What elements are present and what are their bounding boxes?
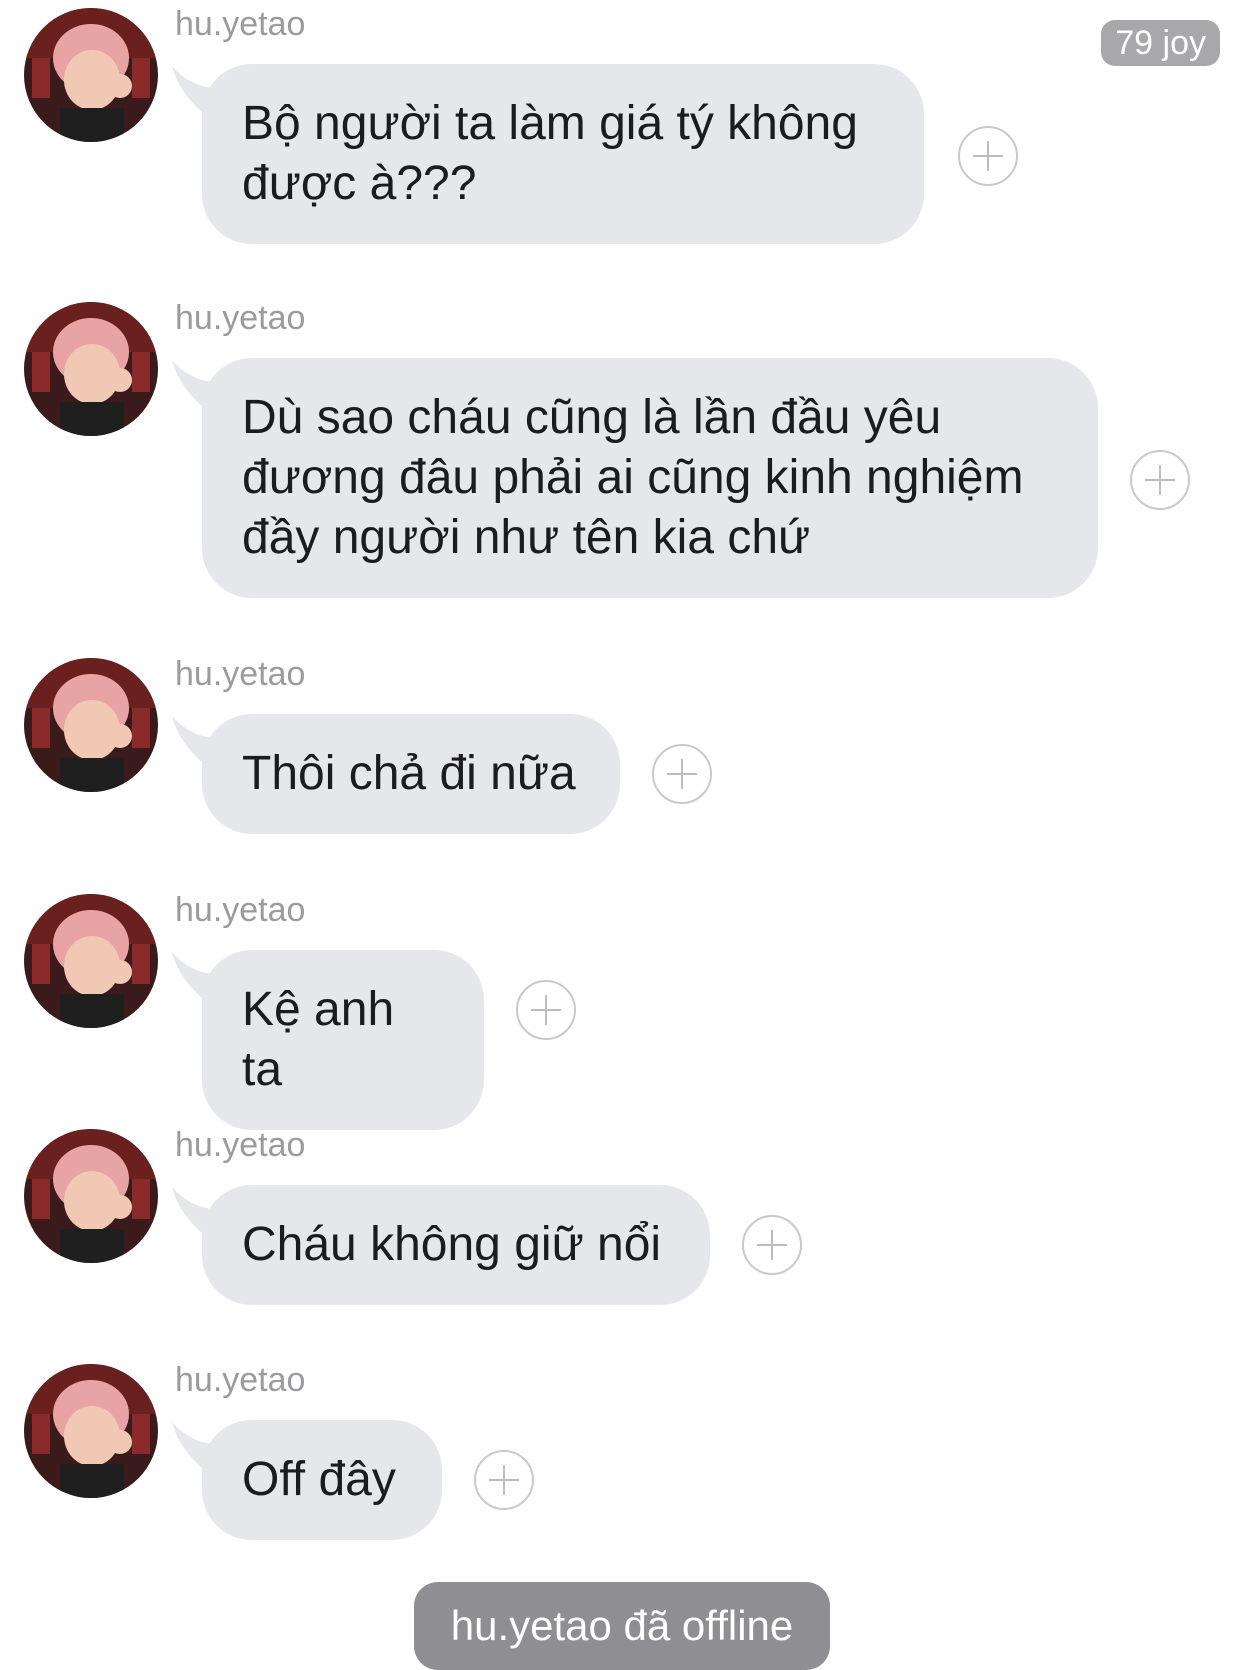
avatar[interactable]: [24, 894, 158, 1028]
avatar[interactable]: [24, 8, 158, 142]
sender-name: hu.yetao: [175, 299, 306, 337]
message-bubble[interactable]: Kệ anh ta: [202, 950, 484, 1130]
sender-name: hu.yetao: [175, 1361, 306, 1399]
add-reaction-icon[interactable]: [474, 1450, 534, 1510]
sender-name: hu.yetao: [175, 5, 306, 43]
add-reaction-icon[interactable]: [742, 1215, 802, 1275]
message-bubble[interactable]: Thôi chả đi nữa: [202, 714, 620, 834]
sender-name: hu.yetao: [175, 1126, 306, 1164]
add-reaction-icon[interactable]: [1130, 450, 1190, 510]
message-bubble[interactable]: Dù sao cháu cũng là lần đầu yêu đương đâ…: [202, 358, 1098, 598]
offline-status-banner: hu.yetao đã offline: [414, 1582, 830, 1670]
sender-name: hu.yetao: [175, 891, 306, 929]
add-reaction-icon[interactable]: [652, 744, 712, 804]
avatar[interactable]: [24, 1129, 158, 1263]
add-reaction-icon[interactable]: [958, 126, 1018, 186]
points-badge: 79 joy: [1101, 20, 1220, 66]
message-bubble[interactable]: Bộ người ta làm giá tý không được à???: [202, 64, 924, 244]
message-bubble[interactable]: Off đây: [202, 1420, 442, 1540]
avatar[interactable]: [24, 1364, 158, 1498]
message-bubble[interactable]: Cháu không giữ nổi: [202, 1185, 710, 1305]
add-reaction-icon[interactable]: [516, 980, 576, 1040]
avatar[interactable]: [24, 658, 158, 792]
avatar[interactable]: [24, 302, 158, 436]
sender-name: hu.yetao: [175, 655, 306, 693]
